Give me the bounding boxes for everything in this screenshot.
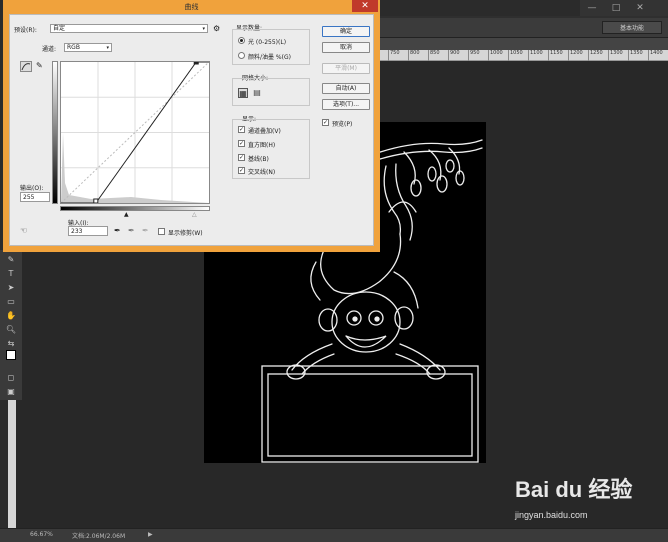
workspace-switcher[interactable]: 基本功能 — [602, 21, 662, 34]
ok-button[interactable]: 确定 — [322, 26, 370, 37]
output-gradient — [52, 61, 58, 204]
baidu-jingyan-watermark: Bai du 经验 jingyan.baidu.com — [515, 468, 665, 528]
detailed-grid-icon[interactable]: ▤ — [252, 88, 262, 98]
swap-colors-icon[interactable]: ⇆ — [4, 338, 18, 350]
ruler-tick: 800 — [408, 50, 420, 61]
hand-tool-icon[interactable]: ✋ — [4, 310, 18, 322]
show-option-label: 基线(B) — [248, 156, 269, 163]
document-tab-bar — [380, 38, 668, 50]
preset-label: 预设(R): — [14, 27, 37, 34]
ruler-tick: 1100 — [528, 50, 543, 61]
ruler-tick: 1000 — [488, 50, 503, 61]
status-bar: 66.67% 文档:2.06M/2.06M ▶ — [0, 528, 668, 542]
smooth-button[interactable]: 平滑(M) — [322, 63, 370, 74]
curve-point-active — [193, 59, 199, 65]
ruler-tick: 1300 — [608, 50, 623, 61]
output-field[interactable]: 255 — [20, 192, 50, 202]
ruler-tick: 950 — [468, 50, 480, 61]
cancel-button[interactable]: 取消 — [322, 42, 370, 53]
type-tool-icon[interactable]: T — [4, 268, 18, 280]
zoom-tool-icon[interactable]: 🔍︎ — [4, 324, 18, 336]
preset-select[interactable]: 自定 ▾ — [50, 24, 208, 33]
white-eyedropper-icon[interactable]: ✒ — [142, 226, 149, 235]
doc-size: 文档:2.06M/2.06M — [72, 533, 126, 540]
chevron-down-icon: ▾ — [202, 26, 205, 32]
channel-value: RGB — [67, 44, 80, 51]
horizontal-ruler: 750 800 850 900 950 1000 1050 1100 1150 1200 1250 1… — [380, 50, 668, 61]
preset-options-icon[interactable]: ⚙ — [213, 24, 220, 33]
zoom-level[interactable]: 66.67% — [30, 531, 53, 538]
input-gradient — [60, 206, 210, 211]
screen-mode-icon[interactable]: ▣ — [4, 386, 18, 398]
pigment-label: 颜料/油墨 %(G) — [248, 54, 291, 61]
output-label: 输出(O): — [20, 185, 44, 192]
preview-checkbox[interactable]: ✓ — [322, 119, 329, 126]
brand-url: jingyan.baidu.com — [515, 510, 588, 520]
ruler-tick: 1350 — [628, 50, 643, 61]
curve-edit-icon[interactable] — [20, 61, 32, 72]
ruler-tick: 1400 — [648, 50, 663, 61]
show-option-label: 直方图(H) — [248, 142, 276, 149]
white-point-slider[interactable]: △ — [192, 211, 197, 218]
light-label: 光 (0-255)(L) — [248, 39, 287, 46]
pigment-radio[interactable] — [238, 52, 245, 59]
on-image-adjust-icon[interactable]: ☜ — [20, 226, 27, 235]
window-controls: — □ ✕ — [580, 0, 668, 16]
ruler-tick: 1250 — [588, 50, 603, 61]
maximize-button[interactable]: □ — [604, 0, 628, 16]
close-window-button[interactable]: ✕ — [628, 0, 652, 16]
histogram-checkbox[interactable]: ✓ — [238, 140, 245, 147]
black-eyedropper-icon[interactable]: ✒ — [114, 226, 121, 235]
gray-eyedropper-icon[interactable]: ✒ — [128, 226, 135, 235]
chevron-down-icon: ▾ — [106, 45, 109, 51]
dialog-title: 曲线 — [184, 3, 199, 11]
preset-value: 自定 — [53, 25, 66, 32]
close-icon[interactable]: ✕ — [352, 0, 378, 12]
brand-logo: Bai du 经验 — [515, 477, 633, 502]
dialog-titlebar[interactable]: 曲线 ✕ — [3, 0, 380, 14]
curve-point — [93, 198, 99, 204]
curves-dialog: 曲线 ✕ 预设(R): 自定 ▾ ⚙ 通道: RGB ▾ ✎ ▲ △ 输出(O): … — [3, 0, 380, 252]
status-arrow-icon[interactable]: ▶ — [148, 531, 153, 538]
ruler-tick: 750 — [388, 50, 400, 61]
auto-button[interactable]: 自动(A) — [322, 83, 370, 94]
channel-overlay-checkbox[interactable]: ✓ — [238, 126, 245, 133]
show-clipping-checkbox[interactable] — [158, 228, 165, 235]
dialog-body: 预设(R): 自定 ▾ ⚙ 通道: RGB ▾ ✎ ▲ △ 输出(O): 255 输… — [9, 14, 374, 246]
channel-label: 通道: — [42, 46, 57, 53]
options-button[interactable]: 选项(T)... — [322, 99, 370, 110]
ruler-tick: 1150 — [548, 50, 563, 61]
ruler-tick: 900 — [448, 50, 460, 61]
preview-label: 预览(P) — [332, 121, 353, 128]
intersection-line-checkbox[interactable]: ✓ — [238, 167, 245, 174]
rectangle-tool-icon[interactable]: ▭ — [4, 296, 18, 308]
color-swatches[interactable] — [4, 350, 18, 362]
options-bar: 基本功能 — [380, 18, 668, 38]
quick-mask-icon[interactable]: ◻ — [4, 372, 18, 384]
ruler-tick: 1200 — [568, 50, 583, 61]
ruler-tick: 850 — [428, 50, 440, 61]
show-clipping-label: 显示修剪(W) — [168, 230, 203, 237]
show-option-label: 交叉线(N) — [248, 169, 276, 176]
light-radio[interactable] — [238, 37, 245, 44]
channel-select[interactable]: RGB ▾ — [64, 43, 112, 52]
ruler-tick: 1050 — [508, 50, 523, 61]
pencil-icon[interactable]: ✎ — [36, 61, 43, 70]
pen-tool-icon[interactable]: ✎ — [4, 254, 18, 266]
simple-grid-icon[interactable]: ▦ — [238, 88, 248, 98]
tools-panel: ✎ T ➤ ▭ ✋ 🔍︎ ⇆ ◻ ▣ — [0, 250, 22, 400]
baseline-checkbox[interactable]: ✓ — [238, 154, 245, 161]
curve-graph[interactable] — [60, 59, 210, 204]
path-select-tool-icon[interactable]: ➤ — [4, 282, 18, 294]
show-option-label: 通道叠加(V) — [248, 128, 281, 135]
minimize-button[interactable]: — — [580, 0, 604, 16]
black-point-slider[interactable]: ▲ — [124, 211, 129, 218]
input-field[interactable]: 233 — [68, 226, 108, 236]
curve-plot[interactable] — [60, 59, 210, 204]
